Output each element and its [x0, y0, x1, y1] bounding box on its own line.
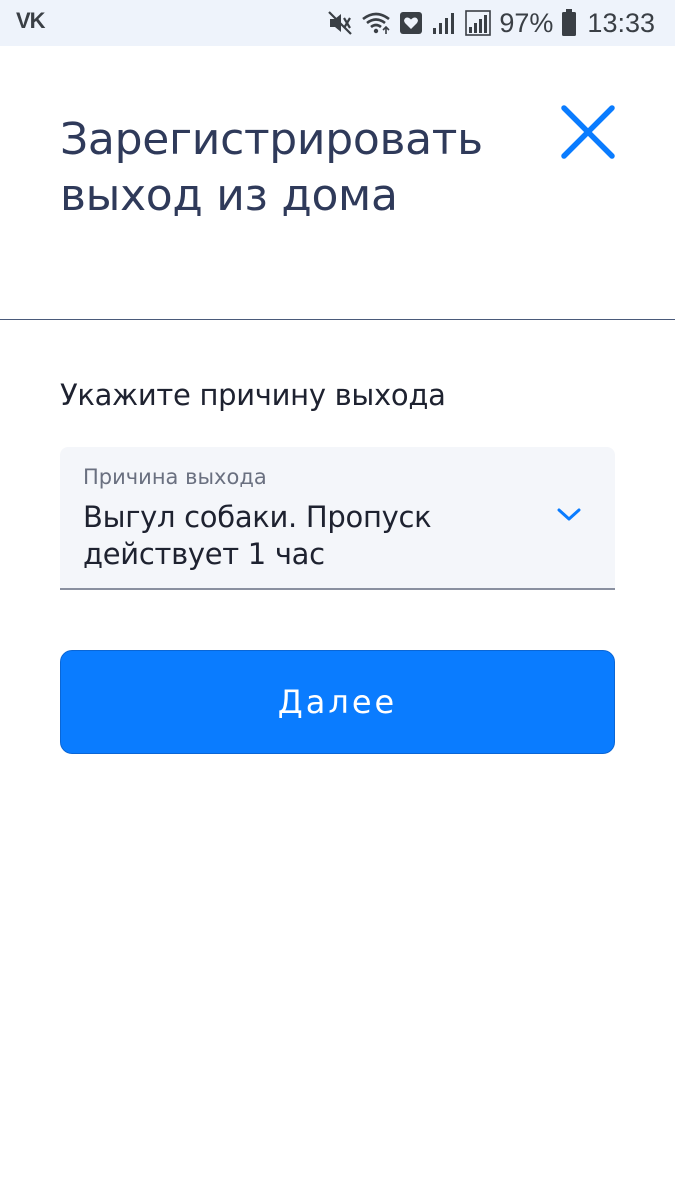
status-icons: 97% 13:33 [327, 0, 655, 46]
select-value: Выгул собаки. Пропуск действует 1 час [83, 500, 432, 571]
next-button[interactable]: Далее [60, 650, 615, 754]
chevron-down-icon [557, 508, 581, 521]
select-label: Причина выхода [83, 465, 267, 489]
signal-icon [431, 10, 457, 36]
battery-icon [561, 9, 577, 37]
reason-section-label: Укажите причину выхода [60, 378, 446, 412]
page-title: Зарегистрировать выход из дома [60, 114, 483, 221]
vk-icon: VK [16, 8, 46, 33]
battery-percent: 97% [499, 7, 554, 38]
mute-icon [327, 10, 353, 36]
close-button[interactable] [556, 100, 620, 164]
signal-icon [465, 10, 492, 36]
exit-reason-select[interactable]: Причина выхода Выгул собаки. Пропуск дей… [60, 447, 615, 590]
close-icon [561, 105, 615, 159]
clock: 13:33 [587, 7, 655, 38]
status-bar: VK 97% 13:33 [0, 0, 675, 46]
wifi-icon [361, 10, 391, 36]
heart-icon [399, 11, 423, 35]
